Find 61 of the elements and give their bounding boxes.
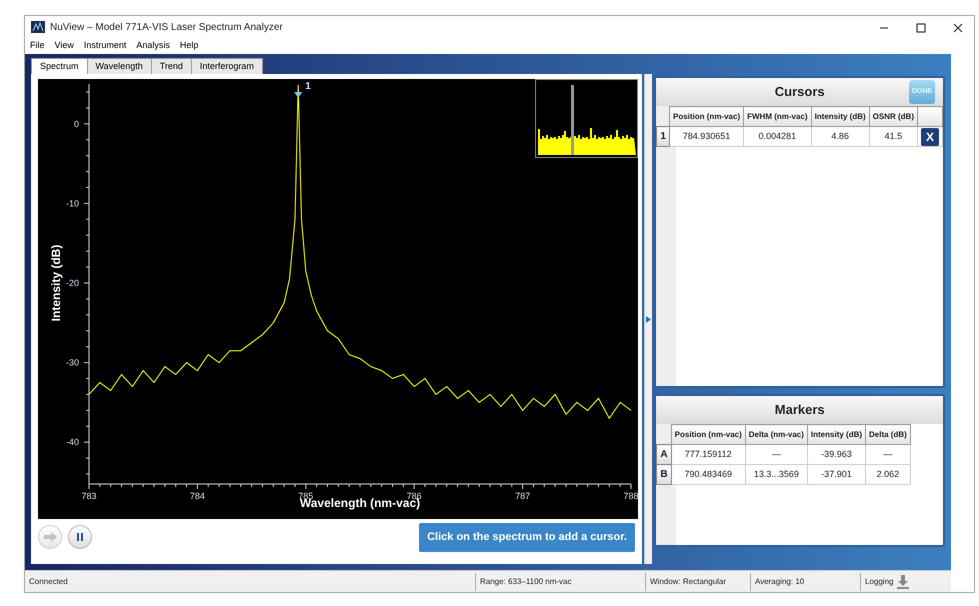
- table-cell: 784.930651: [669, 126, 744, 146]
- delete-button[interactable]: X: [921, 128, 939, 146]
- panel-title: Cursors: [774, 83, 825, 102]
- expand-arrow-icon[interactable]: [646, 316, 652, 322]
- arrow-icon: [43, 532, 57, 542]
- table-cell: —: [866, 444, 910, 464]
- table-cell: 2.062: [866, 464, 910, 484]
- hint-banner: Click on the spectrum to add a cursor.: [419, 523, 635, 552]
- panel-title: Markers: [774, 401, 825, 420]
- y-tick-label: -30: [66, 358, 79, 368]
- menu-item[interactable]: Help: [174, 39, 204, 53]
- column-header: Intensity (dB): [807, 424, 866, 444]
- column-header: Delta (nm-vac): [745, 424, 808, 444]
- app-logo-icon: [31, 21, 45, 33]
- row-header[interactable]: 1: [656, 126, 670, 146]
- row-header[interactable]: B: [656, 464, 672, 484]
- y-tick-label: -40: [66, 437, 79, 448]
- menu-item[interactable]: Instrument: [78, 39, 132, 53]
- tab[interactable]: Interferogram: [190, 58, 263, 74]
- table-cell: 0.004281: [744, 126, 812, 146]
- column-header: FWHM (nm-vac): [744, 106, 812, 126]
- cursor-label: 1: [305, 81, 311, 92]
- table-cell: 790.483469: [671, 464, 746, 484]
- menu-item[interactable]: File: [25, 39, 50, 53]
- tab[interactable]: Trend: [150, 58, 192, 74]
- status-text: Window: Rectangular: [650, 576, 726, 588]
- x-tick-label: 786: [406, 491, 422, 501]
- table-cell: -37.901: [807, 464, 866, 484]
- y-tick-label: 0: [74, 118, 79, 129]
- logging-label: Logging: [865, 576, 894, 588]
- y-tick-label: -10: [66, 198, 79, 208]
- status-text: Connected: [29, 576, 68, 588]
- status-text: Averaging: 10: [755, 576, 804, 588]
- tab[interactable]: Wavelength: [86, 58, 152, 74]
- table-cell: 13.3...3569: [745, 464, 808, 484]
- row-header[interactable]: A: [656, 444, 672, 464]
- menu-item[interactable]: Analysis: [131, 39, 175, 53]
- tab[interactable]: Spectrum: [31, 58, 88, 74]
- menu-item[interactable]: View: [50, 39, 79, 53]
- column-header: Intensity (dB): [811, 106, 870, 126]
- table-cell: 41.5: [869, 126, 918, 146]
- x-tick-label: 784: [190, 491, 205, 501]
- table-cell: -39.963: [807, 444, 866, 464]
- table-cell: 777.159112: [671, 444, 746, 464]
- column-header: Delta (dB): [866, 424, 910, 444]
- y-axis-title: Intensity (dB): [49, 244, 63, 322]
- download-icon[interactable]: [897, 574, 910, 588]
- column-header: OSNR (dB): [869, 106, 918, 126]
- x-tick-label: 783: [81, 491, 97, 501]
- column-header: Position (nm-vac): [669, 106, 744, 126]
- window-title: NuView – Model 771A-VIS Laser Spectrum Analyzer: [50, 20, 283, 34]
- column-header: Position (nm-vac): [671, 424, 746, 444]
- x-tick-label: 787: [515, 491, 530, 501]
- table-cell: 4.86: [811, 126, 870, 146]
- table-cell: —: [745, 444, 808, 464]
- x-tick-label: 788: [623, 491, 638, 501]
- pause-button[interactable]: [68, 525, 92, 550]
- cursor-marker: [294, 92, 302, 98]
- status-text: Range: 633–1100 nm-vac: [480, 576, 572, 588]
- y-tick-label: -20: [66, 278, 79, 288]
- pause-icon: [75, 532, 85, 542]
